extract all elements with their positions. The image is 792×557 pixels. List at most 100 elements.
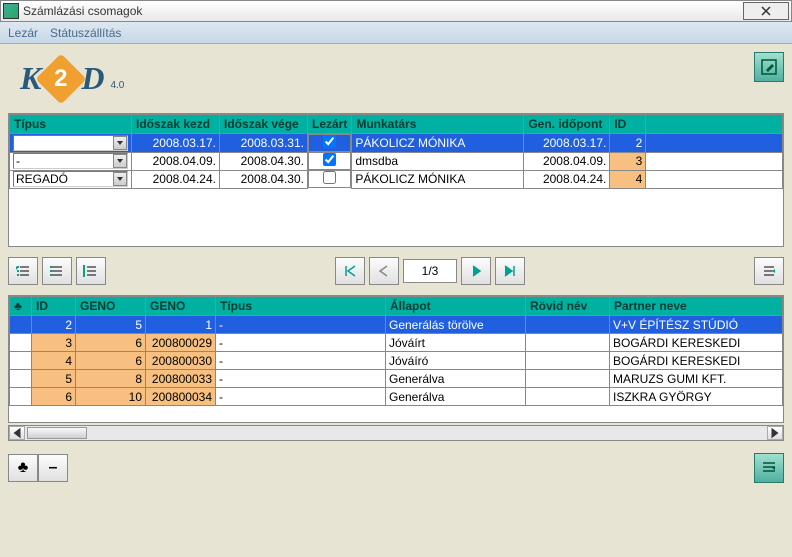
cell-geno2[interactable]: 200800034 [146, 388, 216, 406]
cell-tipus[interactable]: - [216, 388, 386, 406]
cell-partner[interactable]: V+V ÉPÍTÉSZ STÚDIÓ [610, 316, 783, 334]
remove-button[interactable]: – [38, 454, 68, 482]
cell-gen[interactable]: 2008.04.09. [524, 152, 610, 170]
table-row[interactable]: 251-Generálás törölve V+V ÉPÍTÉSZ STÚDIÓ [10, 316, 783, 334]
cell-vege[interactable]: 2008.04.30. [220, 152, 308, 170]
lezart-checkbox[interactable] [323, 153, 336, 166]
cell-allapot[interactable]: Jóváírt [386, 334, 526, 352]
edit-button[interactable] [754, 52, 784, 82]
cell-corner[interactable] [10, 316, 32, 334]
cell-tipus[interactable]: - [216, 352, 386, 370]
col2-tipus[interactable]: Típus [216, 297, 386, 316]
cell-allapot[interactable]: Generálás törölve [386, 316, 526, 334]
col-genido[interactable]: Gen. időpont [524, 115, 610, 134]
close-button[interactable] [743, 2, 789, 20]
col2-geno1[interactable]: GENO [76, 297, 146, 316]
cell-rovid[interactable] [526, 352, 610, 370]
first-page-button[interactable] [335, 257, 365, 285]
cell-kezd[interactable]: 2008.04.24. [132, 170, 220, 188]
cell-partner[interactable]: MARUZS GUMI KFT. [610, 370, 783, 388]
cell-geno1[interactable]: 6 [76, 352, 146, 370]
table-row[interactable]: 610200800034-GenerálvaISZKRA GYÖRGY [10, 388, 783, 406]
table-row[interactable]: 46200800030-Jóváíró BOGÁRDI KERESKEDI [10, 352, 783, 370]
menu-lezar[interactable]: Lezár [8, 26, 38, 40]
cell-tipus[interactable]: - [216, 370, 386, 388]
col-lezart[interactable]: Lezárt [308, 115, 352, 134]
col-idokezd[interactable]: Időszak kezd [132, 115, 220, 134]
cell-rovid[interactable] [526, 334, 610, 352]
cell-corner[interactable] [10, 352, 32, 370]
filter-button-3[interactable] [76, 257, 106, 285]
cell-geno1[interactable]: 8 [76, 370, 146, 388]
details-grid[interactable]: ♣ ID GENO GENO Típus Állapot Rövid név P… [8, 295, 784, 423]
cell-id[interactable]: 2 [610, 134, 646, 153]
cell-rovid[interactable] [526, 370, 610, 388]
chevron-down-icon[interactable] [113, 154, 127, 168]
export-button[interactable] [754, 453, 784, 483]
cell-lezart[interactable] [308, 134, 351, 152]
cell-munkatars[interactable]: PÁKOLICZ MÓNIKA [352, 134, 524, 153]
cell-id[interactable]: 3 [32, 334, 76, 352]
col2-partner[interactable]: Partner neve [610, 297, 783, 316]
cell-partner[interactable]: ISZKRA GYÖRGY [610, 388, 783, 406]
col2-allapot[interactable]: Állapot [386, 297, 526, 316]
cell-rovid[interactable] [526, 316, 610, 334]
tipus-dropdown[interactable]: - [13, 135, 128, 151]
cell-allapot[interactable]: Generálva [386, 388, 526, 406]
col-tipus[interactable]: Típus [10, 115, 132, 134]
cell-tipus[interactable]: REGADÓ [10, 170, 132, 188]
scroll-thumb[interactable] [27, 427, 87, 439]
tipus-dropdown[interactable]: REGADÓ [13, 171, 128, 187]
chevron-down-icon[interactable] [113, 172, 127, 186]
cell-geno1[interactable]: 10 [76, 388, 146, 406]
cell-tipus[interactable]: - [216, 316, 386, 334]
cell-allapot[interactable]: Jóváíró [386, 352, 526, 370]
cell-corner[interactable] [10, 388, 32, 406]
cell-id[interactable]: 2 [32, 316, 76, 334]
next-page-button[interactable] [461, 257, 491, 285]
menu-statuszallitas[interactable]: Státuszállítás [50, 26, 121, 40]
filter-button-2[interactable] [42, 257, 72, 285]
table-row[interactable]: -2008.04.09.2008.04.30.dmsdba2008.04.09.… [10, 152, 783, 170]
table-row[interactable]: REGADÓ2008.04.24.2008.04.30.PÁKOLICZ MÓN… [10, 170, 783, 188]
table-row[interactable]: 36200800029-JóváírtBOGÁRDI KERESKEDI [10, 334, 783, 352]
col-idovege[interactable]: Időszak vége [220, 115, 308, 134]
filter-button-1[interactable] [8, 257, 38, 285]
cell-id[interactable]: 3 [610, 152, 646, 170]
cell-vege[interactable]: 2008.04.30. [220, 170, 308, 188]
cell-lezart[interactable] [308, 152, 351, 170]
cell-corner[interactable] [10, 370, 32, 388]
cell-corner[interactable] [10, 334, 32, 352]
cell-gen[interactable]: 2008.04.24. [524, 170, 610, 188]
cell-rovid[interactable] [526, 388, 610, 406]
cell-partner[interactable]: BOGÁRDI KERESKEDI [610, 334, 783, 352]
lezart-checkbox[interactable] [323, 171, 336, 184]
lezart-checkbox[interactable] [323, 135, 336, 148]
col2-id[interactable]: ID [32, 297, 76, 316]
cell-geno2[interactable]: 200800033 [146, 370, 216, 388]
cell-geno2[interactable]: 1 [146, 316, 216, 334]
cell-kezd[interactable]: 2008.04.09. [132, 152, 220, 170]
cell-munkatars[interactable]: PÁKOLICZ MÓNIKA [352, 170, 524, 188]
cell-id[interactable]: 4 [610, 170, 646, 188]
cell-allapot[interactable]: Generálva [386, 370, 526, 388]
prev-page-button[interactable] [369, 257, 399, 285]
cell-geno2[interactable]: 200800030 [146, 352, 216, 370]
cell-munkatars[interactable]: dmsdba [352, 152, 524, 170]
cell-vege[interactable]: 2008.03.31. [220, 134, 308, 153]
add-button[interactable]: ♣ [8, 454, 38, 482]
cell-geno1[interactable]: 5 [76, 316, 146, 334]
packages-grid[interactable]: Típus Időszak kezd Időszak vége Lezárt M… [8, 113, 784, 247]
cell-tipus[interactable]: - [10, 152, 132, 170]
cell-geno2[interactable]: 200800029 [146, 334, 216, 352]
list-action-button[interactable] [754, 257, 784, 285]
cell-partner[interactable]: BOGÁRDI KERESKEDI [610, 352, 783, 370]
col2-geno2[interactable]: GENO [146, 297, 216, 316]
chevron-down-icon[interactable] [113, 136, 127, 150]
cell-tipus[interactable]: - [10, 134, 132, 153]
cell-id[interactable]: 4 [32, 352, 76, 370]
cell-id[interactable]: 5 [32, 370, 76, 388]
last-page-button[interactable] [495, 257, 525, 285]
horizontal-scrollbar[interactable] [8, 425, 784, 441]
col-corner[interactable]: ♣ [10, 297, 32, 316]
